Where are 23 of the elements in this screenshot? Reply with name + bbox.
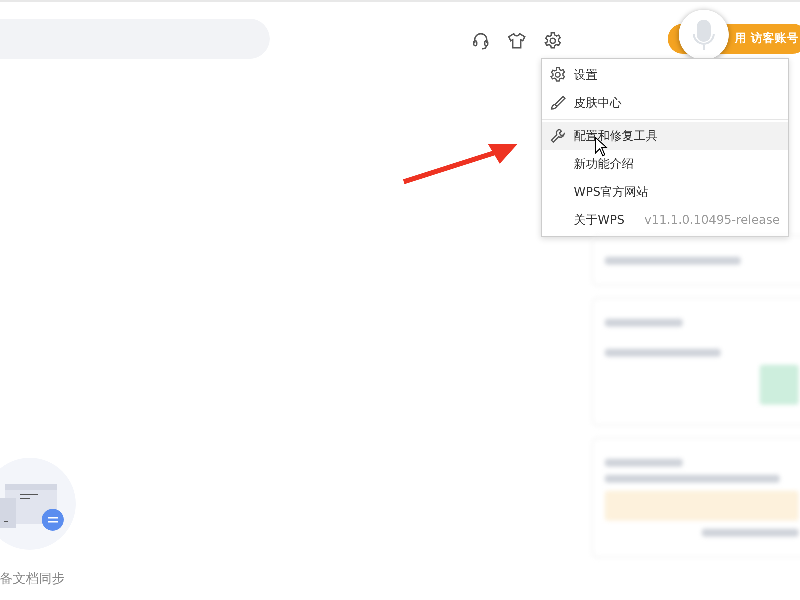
settings-icon[interactable] bbox=[543, 31, 563, 51]
wrench-icon bbox=[549, 127, 567, 145]
menu-item[interactable]: 设置 bbox=[542, 61, 788, 89]
menu-item[interactable]: 新功能介绍 bbox=[542, 150, 788, 178]
microphone-icon bbox=[693, 18, 715, 52]
menu-item-label: 关于WPS bbox=[574, 212, 625, 229]
menu-item[interactable]: 配置和修复工具 bbox=[542, 122, 788, 150]
brush-icon bbox=[549, 94, 567, 112]
microphone-button[interactable] bbox=[679, 10, 729, 60]
headset-icon[interactable] bbox=[471, 31, 491, 51]
device-sync-icon bbox=[0, 458, 76, 550]
menu-item-label: 皮肤中心 bbox=[574, 95, 622, 112]
menu-item-label: 新功能介绍 bbox=[574, 156, 634, 173]
settings-icon bbox=[549, 66, 567, 84]
menu-item[interactable]: 皮肤中心 bbox=[542, 89, 788, 117]
menu-item-label: WPS官方网站 bbox=[574, 184, 649, 201]
menu-item-label: 配置和修复工具 bbox=[574, 128, 658, 145]
sync-label: 备文档同步 bbox=[0, 571, 66, 589]
menu-item-label: 设置 bbox=[574, 67, 598, 84]
shirt-icon[interactable] bbox=[507, 31, 527, 51]
menu-item[interactable]: WPS官方网站 bbox=[542, 178, 788, 206]
menu-item[interactable]: 关于WPS v11.1.0.10495-release bbox=[542, 206, 788, 234]
version-text: v11.1.0.10495-release bbox=[644, 212, 780, 229]
